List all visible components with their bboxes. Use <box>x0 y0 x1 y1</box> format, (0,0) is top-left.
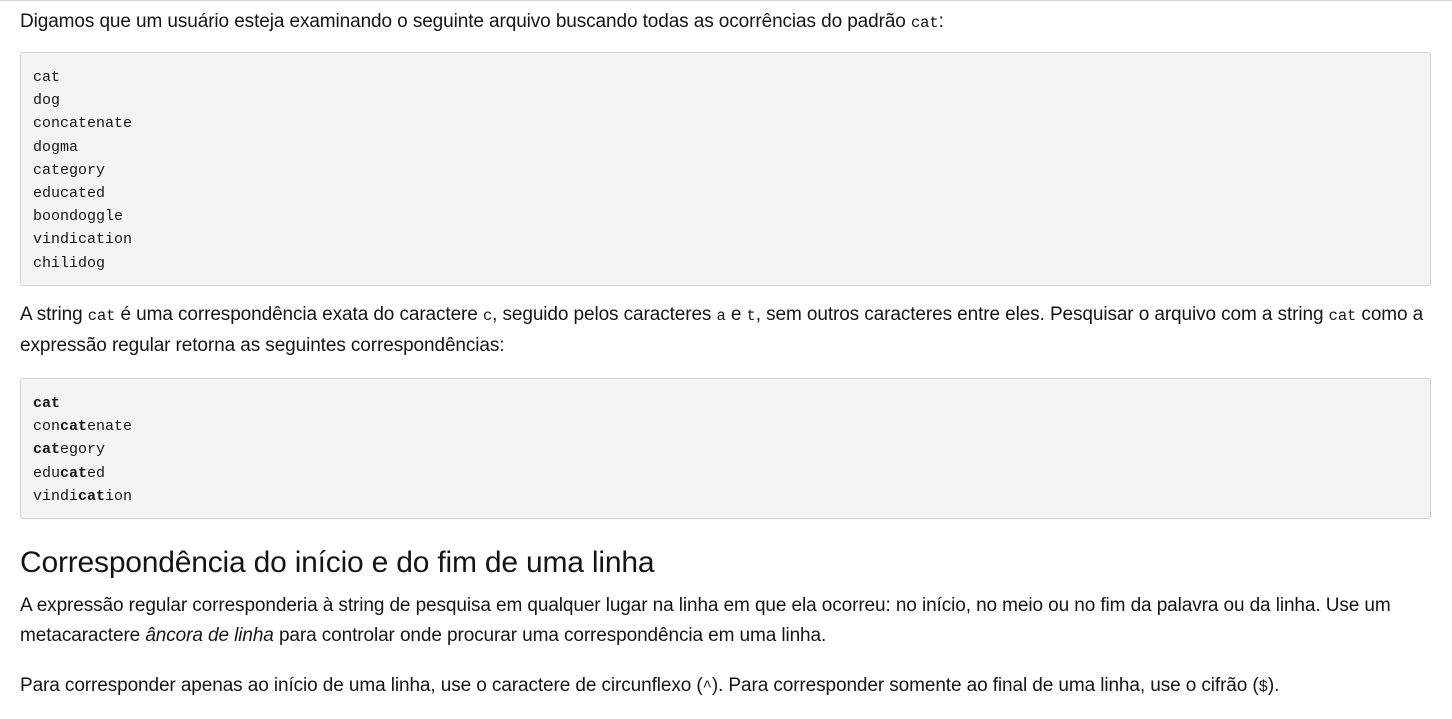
text: ). <box>1267 675 1280 696</box>
code-line: dog <box>33 92 61 110</box>
match-line: concatenate <box>33 415 1418 438</box>
match-highlight: cat <box>78 487 106 505</box>
inline-code: t <box>746 307 756 325</box>
code-line: cat <box>33 69 61 86</box>
file-code-block: cat dog concatenate dogma category educated bo… <box>20 52 1431 286</box>
code-line: educated <box>33 185 106 203</box>
text: para controlar onde procurar uma corresp… <box>273 625 827 646</box>
match-line: educated <box>33 462 1418 485</box>
intro-text: Digamos que um usuário esteja examinando… <box>20 11 911 32</box>
code-line: dogma <box>33 138 79 156</box>
matches-code-block: cat concatenate category educated vindicatio… <box>20 378 1431 519</box>
text: ). Para corresponder somente ao final de… <box>711 675 1259 696</box>
inline-code-dollar: $ <box>1258 678 1268 696</box>
inline-code: a <box>716 307 726 325</box>
text: e <box>725 304 747 325</box>
code-line: vindication <box>33 231 133 249</box>
code-line: concatenate <box>33 115 133 133</box>
match-highlight: cat <box>33 441 61 459</box>
inline-code: c <box>482 307 493 325</box>
inline-code: cat <box>1328 307 1357 325</box>
match-highlight: cat <box>60 418 88 436</box>
text: , seguido pelos caracteres <box>492 304 717 325</box>
match-suffix: ion <box>105 487 133 505</box>
inline-code-caret: ^ <box>702 678 712 696</box>
match-suffix: egory <box>60 441 106 459</box>
text: , sem outros caracteres entre eles. Pesq… <box>755 304 1329 325</box>
match-suffix: ed <box>87 464 106 482</box>
section-heading: Correspondência do início e do fim de um… <box>20 546 655 579</box>
code-line: category <box>33 161 106 179</box>
code-line: boondoggle <box>33 208 124 226</box>
emphasis-text: âncora de linha <box>145 625 274 646</box>
inline-code-pattern: cat <box>910 14 939 32</box>
caret-dollar-paragraph: Para corresponder apenas ao início de um… <box>20 671 1431 702</box>
anchor-paragraph: A expressão regular corresponderia à str… <box>20 591 1431 651</box>
match-line: vindication <box>33 485 1418 508</box>
intro-paragraph: Digamos que um usuário esteja examinando… <box>20 7 1431 38</box>
match-line: cat <box>33 392 1418 415</box>
match-prefix: con <box>33 418 61 436</box>
inline-code: cat <box>87 307 116 325</box>
text: Para corresponder apenas ao início de um… <box>20 675 703 696</box>
match-highlight: cat <box>60 464 88 482</box>
explanation-paragraph: A string cat é uma correspondência exata… <box>20 300 1431 361</box>
match-suffix: enate <box>87 418 133 436</box>
text: é uma correspondência exata do caractere <box>115 304 483 325</box>
match-prefix: edu <box>33 464 61 482</box>
doc-content: Digamos que um usuário esteja examinando… <box>20 0 1431 702</box>
code-line: chilidog <box>33 254 106 272</box>
match-highlight: cat <box>33 395 61 412</box>
text: A string <box>20 304 88 325</box>
match-prefix: vindi <box>33 487 79 505</box>
match-line: category <box>33 438 1418 461</box>
intro-text-end: : <box>938 11 944 32</box>
